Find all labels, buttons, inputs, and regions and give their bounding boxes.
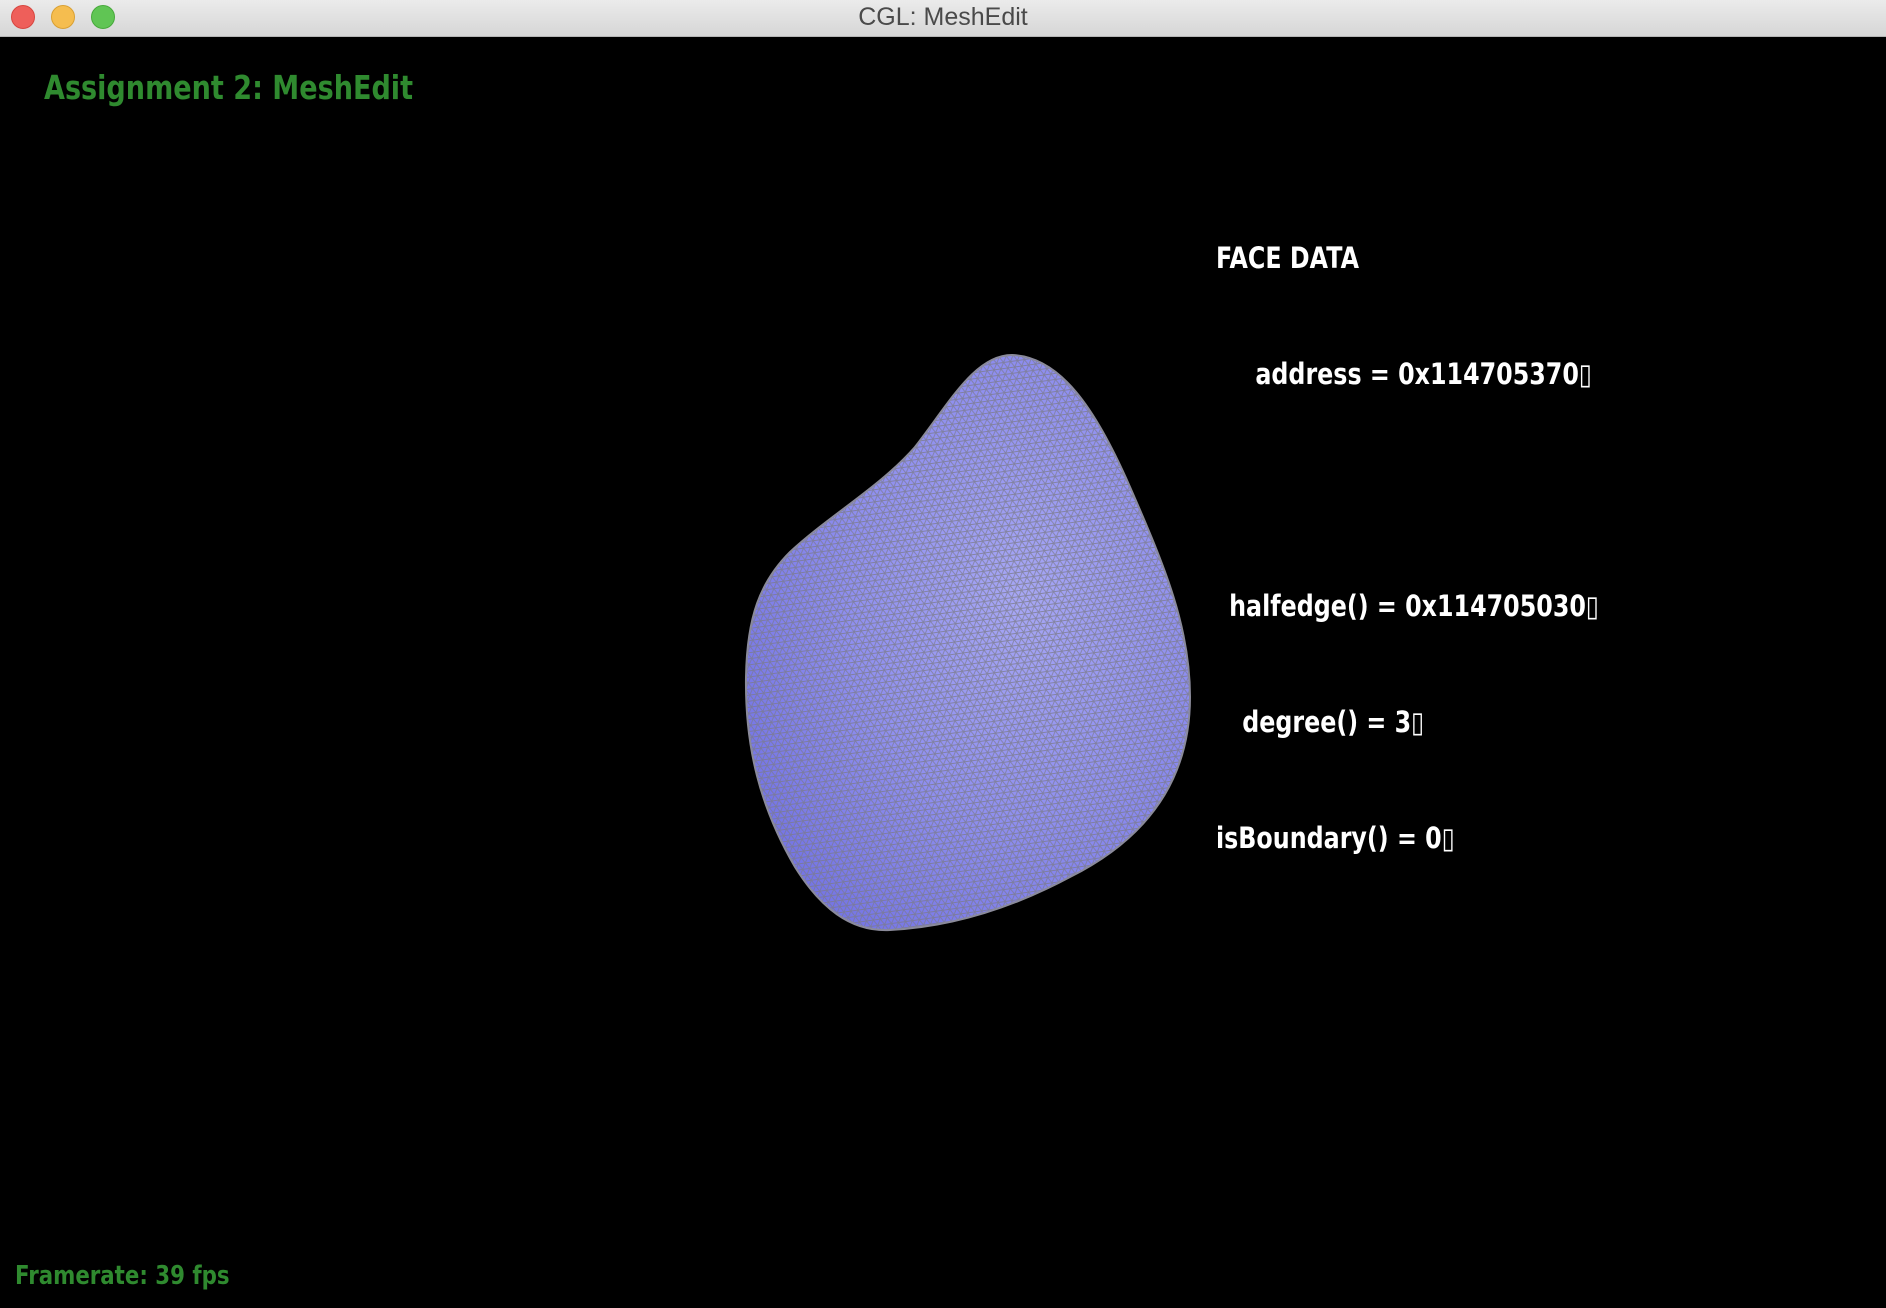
face-halfedge: halfedge() = 0x114705030▯ — [1229, 589, 1600, 623]
face-is-boundary: isBoundary() = 0▯ — [1216, 821, 1455, 855]
render-viewport[interactable]: Assignment 2: MeshEdit FACE DATA address… — [0, 37, 1886, 1308]
face-address: address = 0x114705370▯ — [1255, 357, 1592, 391]
mesh-wireframe — [745, 355, 1190, 931]
title-bar[interactable]: CGL: MeshEdit — [0, 0, 1886, 37]
window-title: CGL: MeshEdit — [858, 3, 1028, 31]
mesh-model[interactable] — [0, 37, 1886, 1308]
framerate-readout: Framerate: 39 fps — [15, 1261, 230, 1291]
face-degree: degree() = 3▯ — [1242, 705, 1425, 739]
face-data-header: FACE DATA — [1216, 241, 1359, 275]
app-window: CGL: MeshEdit Assignment 2: MeshEdit FAC… — [0, 0, 1886, 1308]
face-data-panel: FACE DATA address = 0x114705370▯ halfedg… — [1216, 166, 1599, 930]
face-data-spacer — [1216, 466, 1599, 514]
